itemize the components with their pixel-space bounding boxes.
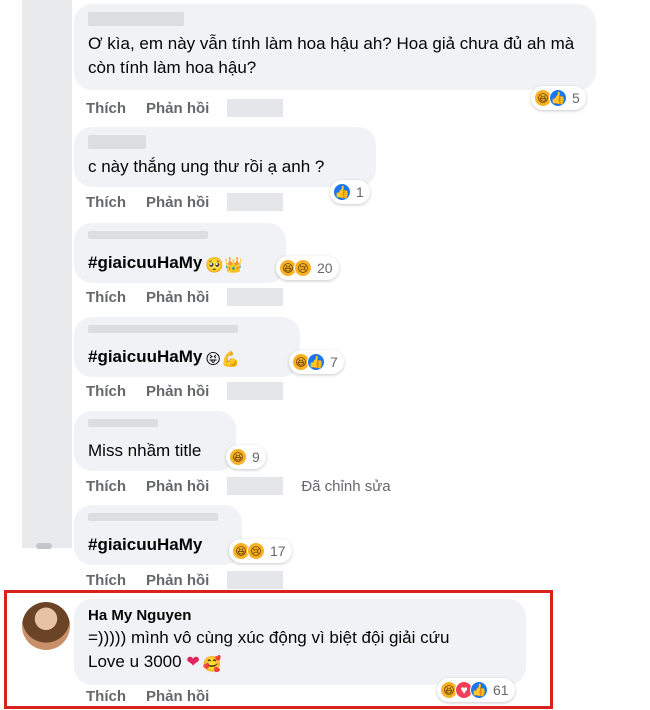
reply-link[interactable]: Phản hồi <box>146 478 209 495</box>
reaction-summary[interactable]: 👍 1 <box>330 180 370 204</box>
emoji-text: 🥰 <box>202 656 222 673</box>
reaction-summary[interactable]: 😆 👍 7 <box>289 350 344 374</box>
reaction-summary[interactable]: 😆 ♥ 👍 61 <box>437 678 515 702</box>
reaction-count: 7 <box>330 354 338 370</box>
comment-actions: Thích Phản hồi <box>86 288 284 306</box>
comment-bubble: #giaicuuHaMy <box>74 505 242 565</box>
comment-text: Ơ kìa, em này vẫn tính làm hoa hậu ah? H… <box>88 34 579 77</box>
blurred-author-name <box>88 135 146 149</box>
like-link[interactable]: Thích <box>86 688 126 705</box>
reply-link[interactable]: Phản hồi <box>146 688 209 705</box>
emoji-text: 😝💪 <box>205 351 240 368</box>
emoji-text: 🥺👑 <box>205 257 243 274</box>
comment-actions: Thích Phản hồi <box>86 571 284 589</box>
blurred-author-name <box>88 325 238 333</box>
reply-link[interactable]: Phản hồi <box>146 289 209 306</box>
reaction-count: 61 <box>493 682 509 698</box>
reaction-summary[interactable]: 😆 9 <box>226 445 266 469</box>
comment-text: Miss nhầm title <box>88 441 202 460</box>
blurred-timestamp <box>227 477 284 495</box>
reaction-count: 5 <box>572 90 580 106</box>
comment-text-love: Love u 3000 <box>88 652 182 671</box>
like-link[interactable]: Thích <box>86 194 126 211</box>
reaction-summary[interactable]: 😆 😢 20 <box>276 256 339 280</box>
comment-bubble: Miss nhầm title <box>74 411 236 471</box>
blurred-author-name <box>88 513 218 521</box>
reaction-count: 1 <box>356 184 364 200</box>
sad-reaction-icon: 😢 <box>247 542 265 560</box>
blurred-author-name <box>88 12 184 26</box>
comment-text: =))))) mình vô cùng xúc động vì biệt đội… <box>88 628 450 647</box>
reaction-count: 17 <box>270 543 286 559</box>
blurred-author-name <box>88 419 158 427</box>
left-thread-strip <box>22 0 72 548</box>
like-reaction-icon: 👍 <box>549 89 567 107</box>
avatar[interactable] <box>22 602 70 650</box>
like-link[interactable]: Thích <box>86 478 126 495</box>
reaction-summary[interactable]: 😆 😢 17 <box>229 539 292 563</box>
comment-text: c này thắng ung thư rồi ạ anh ? <box>88 157 325 176</box>
reply-link[interactable]: Phản hồi <box>146 383 209 400</box>
author-name[interactable]: Ha My Nguyen <box>88 606 514 626</box>
reaction-count: 20 <box>317 260 333 276</box>
reaction-count: 9 <box>252 449 260 465</box>
comment-text-line2: Love u 3000 ❤ 🥰 <box>88 650 514 677</box>
blurred-author-name <box>88 231 208 239</box>
comment-actions: Thích Phản hồi <box>86 688 229 705</box>
like-link[interactable]: Thích <box>86 383 126 400</box>
comment-actions: Thích Phản hồi <box>86 382 284 400</box>
hashtag-text[interactable]: #giaicuuHaMy <box>88 535 202 554</box>
heart-icon: ❤ <box>186 654 200 671</box>
comment-bubble: Ha My Nguyen =))))) mình vô cùng xúc độn… <box>74 599 526 685</box>
reply-link[interactable]: Phản hồi <box>146 194 209 211</box>
like-reaction-icon: 👍 <box>333 183 351 201</box>
blurred-timestamp <box>227 99 284 117</box>
comment-bubble: c này thắng ung thư rồi ạ anh ? <box>74 127 376 187</box>
comment-actions: Thích Phản hồi <box>86 99 284 117</box>
comment-bubble: #giaicuuHaMy 😝💪 <box>74 317 300 377</box>
comment-bubble: #giaicuuHaMy 🥺👑 <box>74 223 286 283</box>
like-link[interactable]: Thích <box>86 100 126 117</box>
thread-indicator <box>36 543 52 549</box>
haha-reaction-icon: 😆 <box>229 448 247 466</box>
comment-bubble: Ơ kìa, em này vẫn tính làm hoa hậu ah? H… <box>74 4 596 90</box>
like-link[interactable]: Thích <box>86 289 126 306</box>
hashtag-text[interactable]: #giaicuuHaMy <box>88 253 202 272</box>
hashtag-text[interactable]: #giaicuuHaMy <box>88 347 202 366</box>
comment-actions: Thích Phản hồi <box>86 193 284 211</box>
sad-reaction-icon: 😢 <box>294 259 312 277</box>
blurred-timestamp <box>227 382 284 400</box>
blurred-timestamp <box>227 193 284 211</box>
like-reaction-icon: 👍 <box>470 681 488 699</box>
like-link[interactable]: Thích <box>86 572 126 589</box>
comment-actions: Thích Phản hồi Đã chỉnh sửa <box>86 477 391 495</box>
edited-label[interactable]: Đã chỉnh sửa <box>301 478 390 495</box>
blurred-timestamp <box>227 288 284 306</box>
like-reaction-icon: 👍 <box>307 353 325 371</box>
reply-link[interactable]: Phản hồi <box>146 100 209 117</box>
reaction-summary[interactable]: 😆 👍 5 <box>531 86 586 110</box>
blurred-timestamp <box>227 571 284 589</box>
reply-link[interactable]: Phản hồi <box>146 572 209 589</box>
